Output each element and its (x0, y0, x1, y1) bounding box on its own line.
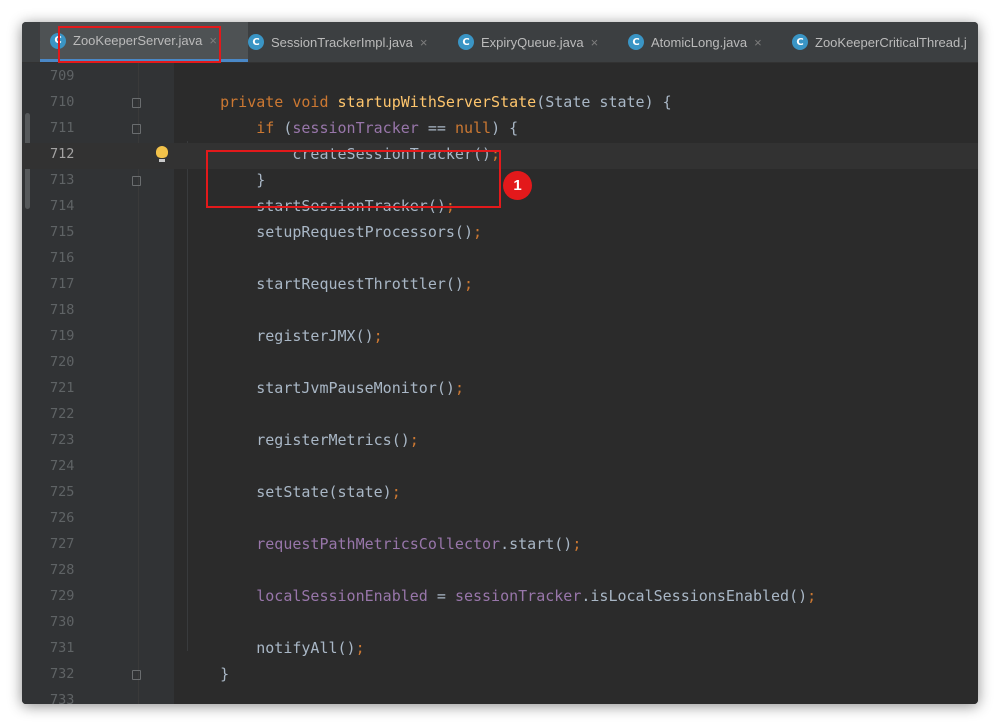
line-number: 720 (50, 354, 75, 370)
line-number: 724 (50, 458, 75, 474)
close-icon[interactable]: × (591, 35, 599, 50)
line-number: 718 (50, 302, 75, 318)
code-line[interactable]: 727 requestPathMetricsCollector.start(); (22, 533, 978, 559)
line-number: 731 (50, 640, 75, 656)
code-text: startJvmPauseMonitor(); (184, 379, 464, 397)
close-icon[interactable]: × (420, 35, 428, 50)
code-text: setState(state); (184, 483, 401, 501)
fold-marker-icon[interactable] (132, 670, 141, 680)
tab-zookeepercriticalthread[interactable]: C ZooKeeperCriticalThread.j (792, 22, 967, 62)
class-icon: C (792, 34, 808, 50)
tab-label: SessionTrackerImpl.java (271, 34, 413, 50)
line-number: 721 (50, 380, 75, 396)
code-line[interactable]: 709 (22, 65, 978, 91)
class-icon: C (458, 34, 474, 50)
code-line[interactable]: 733 (22, 689, 978, 704)
code-text: startRequestThrottler(); (184, 275, 473, 293)
ide-window: C ZooKeeperServer.java × C SessionTracke… (22, 22, 978, 704)
code-text: registerJMX(); (184, 327, 383, 345)
line-number: 716 (50, 250, 75, 266)
class-icon: C (248, 34, 264, 50)
line-number: 730 (50, 614, 75, 630)
tab-label: ZooKeeperCriticalThread.j (815, 34, 967, 50)
code-line[interactable]: 721 startJvmPauseMonitor(); (22, 377, 978, 403)
code-text: } (184, 171, 266, 189)
fold-marker-icon[interactable] (132, 124, 141, 134)
line-number: 713 (50, 172, 75, 188)
code-line[interactable]: 729 localSessionEnabled = sessionTracker… (22, 585, 978, 611)
line-number: 729 (50, 588, 75, 604)
line-number: 711 (50, 120, 75, 136)
tab-label: ExpiryQueue.java (481, 34, 584, 50)
line-number: 725 (50, 484, 75, 500)
code-line[interactable]: 728 (22, 559, 978, 585)
code-line[interactable]: 712 createSessionTracker(); (22, 143, 978, 169)
line-number: 709 (50, 68, 75, 84)
tab-atomiclong[interactable]: C AtomicLong.java × (628, 22, 762, 62)
line-number: 722 (50, 406, 75, 422)
line-number: 733 (50, 692, 75, 704)
code-line[interactable]: 715 setupRequestProcessors(); (22, 221, 978, 247)
line-number: 732 (50, 666, 75, 682)
code-text: if (sessionTracker == null) { (256, 119, 519, 137)
code-line[interactable]: 711 if (sessionTracker == null) { (22, 117, 978, 143)
code-text: notifyAll(); (184, 639, 365, 657)
close-icon[interactable]: × (754, 35, 762, 50)
code-text: createSessionTracker(); (184, 145, 501, 163)
step-badge: 1 (503, 171, 532, 200)
class-icon: C (50, 32, 66, 49)
code-line[interactable]: 723 registerMetrics(); (22, 429, 978, 455)
code-line[interactable]: 725 setState(state); (22, 481, 978, 507)
code-line[interactable]: 726 (22, 507, 978, 533)
code-line[interactable]: 722 (22, 403, 978, 429)
class-icon: C (628, 34, 644, 50)
code-line[interactable]: 710 private void startupWithServerState(… (22, 91, 978, 117)
code-text: localSessionEnabled = sessionTracker.isL… (256, 587, 817, 605)
close-icon[interactable]: × (209, 33, 217, 48)
code-line[interactable]: 713 } (22, 169, 978, 195)
line-number: 714 (50, 198, 75, 214)
editor-tab-bar: C ZooKeeperServer.java × C SessionTracke… (22, 22, 978, 63)
code-line[interactable]: 730 (22, 611, 978, 637)
lightbulb-icon[interactable] (156, 146, 168, 162)
code-text: setupRequestProcessors(); (184, 223, 483, 241)
line-number: 723 (50, 432, 75, 448)
code-text: registerMetrics(); (184, 431, 419, 449)
code-text: startSessionTracker(); (184, 197, 455, 215)
code-editor[interactable]: 709 710 private void startupWithServerSta… (22, 63, 978, 704)
code-line[interactable]: 731 notifyAll(); (22, 637, 978, 663)
line-number: 712 (50, 146, 75, 162)
code-line[interactable]: 714 startSessionTracker(); (22, 195, 978, 221)
code-line[interactable]: 732 } (22, 663, 978, 689)
code-line[interactable]: 724 (22, 455, 978, 481)
fold-marker-icon[interactable] (132, 176, 141, 186)
line-number: 717 (50, 276, 75, 292)
code-line[interactable]: 718 (22, 299, 978, 325)
line-number: 727 (50, 536, 75, 552)
line-number: 726 (50, 510, 75, 526)
tab-zookeeperserver[interactable]: C ZooKeeperServer.java × (40, 22, 248, 62)
code-text: private void startupWithServerState(Stat… (220, 93, 672, 111)
tab-sessiontrackerimpl[interactable]: C SessionTrackerImpl.java × (248, 22, 427, 62)
line-number: 710 (50, 94, 75, 110)
tab-label: AtomicLong.java (651, 34, 748, 50)
tab-expiryqueue[interactable]: C ExpiryQueue.java × (458, 22, 598, 62)
code-line[interactable]: 716 (22, 247, 978, 273)
code-line[interactable]: 719 registerJMX(); (22, 325, 978, 351)
line-number: 719 (50, 328, 75, 344)
code-line[interactable]: 717 startRequestThrottler(); (22, 273, 978, 299)
fold-marker-icon[interactable] (132, 98, 141, 108)
code-text: requestPathMetricsCollector.start(); (256, 535, 582, 553)
line-number: 728 (50, 562, 75, 578)
tab-label: ZooKeeperServer.java (73, 33, 203, 48)
line-number: 715 (50, 224, 75, 240)
code-text: } (184, 665, 230, 683)
code-line[interactable]: 720 (22, 351, 978, 377)
